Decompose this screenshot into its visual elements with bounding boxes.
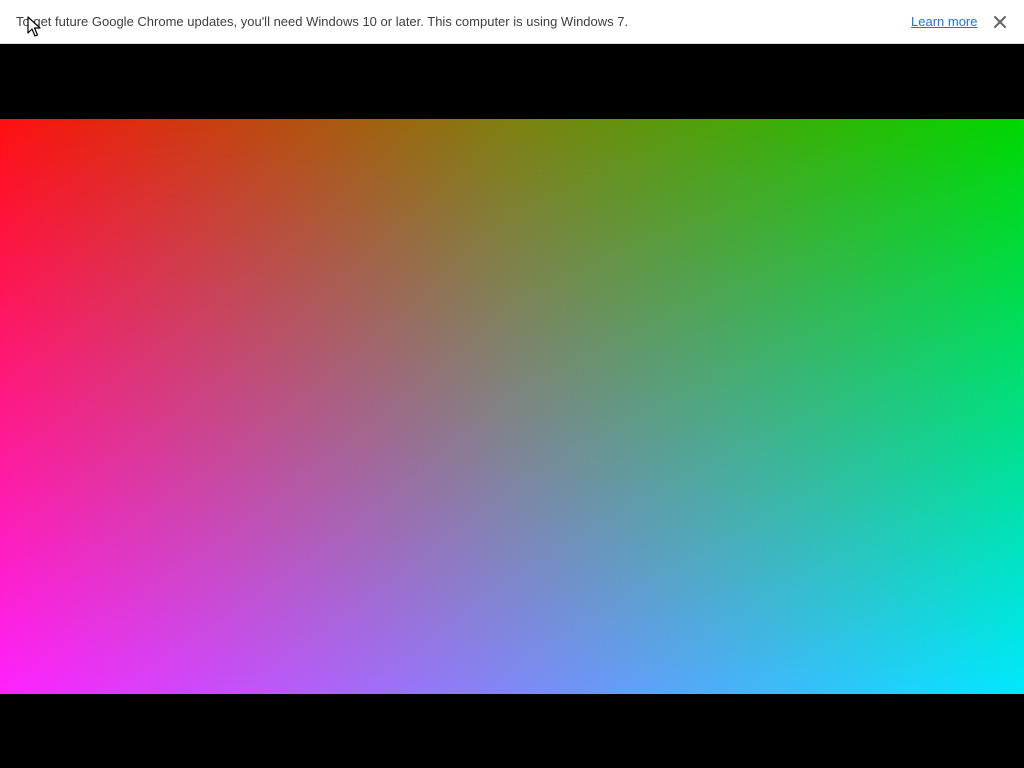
infobar-message: To get future Google Chrome updates, you… bbox=[16, 14, 629, 29]
close-icon[interactable] bbox=[990, 12, 1010, 32]
learn-more-link[interactable]: Learn more bbox=[911, 14, 977, 29]
color-gradient-video[interactable] bbox=[0, 119, 1024, 694]
update-infobar: To get future Google Chrome updates, you… bbox=[0, 0, 1024, 44]
gradient-bottom-layer bbox=[0, 119, 1024, 694]
page-content bbox=[0, 44, 1024, 768]
